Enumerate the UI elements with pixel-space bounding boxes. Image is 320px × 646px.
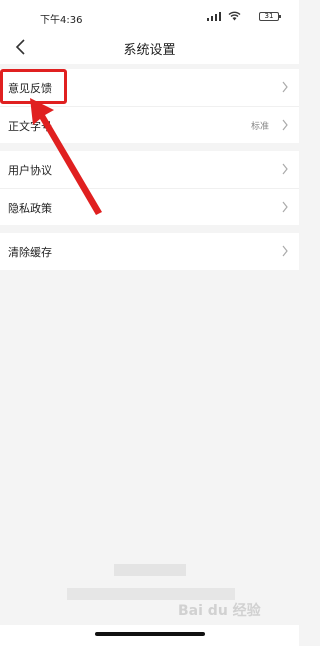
status-time: 下午4:36 bbox=[40, 15, 83, 26]
chevron-right-icon bbox=[282, 201, 288, 213]
settings-group-3: 清除缓存 bbox=[0, 233, 299, 270]
settings-item-label: 清除缓存 bbox=[8, 246, 52, 259]
battery-icon: 31 bbox=[259, 12, 281, 21]
chevron-right-icon bbox=[282, 119, 288, 131]
home-indicator[interactable] bbox=[95, 632, 205, 636]
chevron-right-icon bbox=[282, 81, 288, 93]
status-bar: 下午4:36 31 bbox=[0, 0, 299, 30]
blurred-text bbox=[114, 564, 186, 576]
settings-item-clear-cache[interactable]: 清除缓存 bbox=[0, 233, 299, 270]
chevron-right-icon bbox=[282, 163, 288, 175]
red-arrow-icon bbox=[30, 98, 102, 215]
settings-item-value: 标准 bbox=[250, 122, 269, 132]
blurred-text bbox=[67, 588, 235, 600]
signal-icon bbox=[207, 12, 221, 21]
watermark: Bai du 经验 bbox=[178, 603, 261, 619]
wifi-icon bbox=[228, 11, 241, 21]
nav-bar: 系统设置 bbox=[0, 30, 299, 64]
chevron-right-icon bbox=[282, 245, 288, 257]
page-title: 系统设置 bbox=[123, 43, 176, 58]
